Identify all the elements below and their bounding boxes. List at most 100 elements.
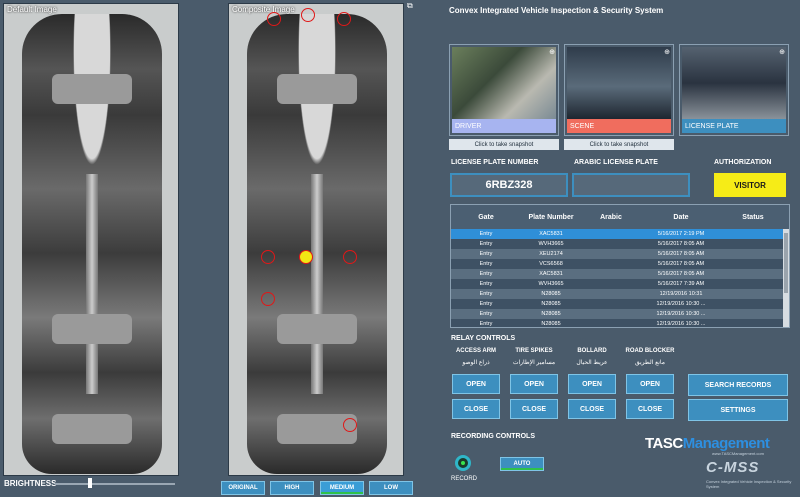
table-row[interactable]: Entry XAC5831 5/16/2017 8:05 AM [451,269,789,279]
table-cell: 5/16/2017 8:05 AM [657,241,705,247]
zoom-icon[interactable]: ⊕ [779,48,785,56]
table-cell [721,279,785,289]
license-plate-photo [682,47,786,119]
quality-low-button[interactable]: LOW [369,481,413,495]
plate-number-label: LICENSE PLATE NUMBER [451,159,539,166]
scene-snapshot[interactable]: ⊕ SCENE [564,44,674,136]
table-row[interactable]: Entry N28085 12/19/2016 10:31 [451,289,789,299]
default-image-caption: Default Image [7,5,57,14]
col-date[interactable]: Date [641,205,721,229]
tasc-management-logo: TASCManagement [645,435,770,452]
brightness-slider-thumb[interactable] [88,478,92,488]
vehicle-undercarriage-image [22,14,162,474]
table-row[interactable]: Entry XEU2174 5/16/2017 8:05 AM [451,249,789,259]
tire-spikes-open-button[interactable]: OPEN [510,374,558,394]
settings-button[interactable]: SETTINGS [688,399,788,421]
table-cell [721,239,785,249]
table-cell: VCS6568 [539,261,563,267]
relay-arabic-tire-spikes: مسامير الإطارات [512,360,556,366]
quality-original-button[interactable]: ORIGINAL [221,481,265,495]
composite-image-caption: Composite Image [232,5,295,14]
table-cell: Entry [479,281,493,287]
table-row[interactable]: Entry VCS6568 5/16/2017 8:05 AM [451,259,789,269]
brightness-label: BRIGHTNESS [4,479,57,488]
access-arm-close-button[interactable]: CLOSE [452,399,500,419]
table-row[interactable]: Entry WVH3665 5/16/2017 7:39 AM [451,279,789,289]
logo-url: www.TASCManagement.com [712,451,764,456]
window-controls-icon[interactable]: ⧉ [407,1,413,11]
anomaly-marker-selected[interactable] [299,250,313,264]
relay-label-tire-spikes: TIRE SPIKES [515,348,553,354]
composite-image-panel: Composite Image [228,3,404,476]
arabic-plate-label: ARABIC LICENSE PLATE [574,159,658,166]
table-cell [721,309,785,319]
col-status[interactable]: Status [721,205,785,229]
anomaly-marker[interactable] [337,12,351,26]
record-label: RECORD [451,476,478,482]
table-cell [581,229,641,239]
anomaly-marker[interactable] [343,418,357,432]
table-cell: XAC5831 [539,271,563,277]
table-row[interactable]: Entry N28085 12/19/2016 10:30 ... [451,319,789,327]
arabic-plate-field[interactable] [572,173,690,197]
anomaly-marker[interactable] [301,8,315,22]
table-scrollbar[interactable] [783,229,789,327]
license-plate-label: LICENSE PLATE [682,119,786,133]
table-row[interactable]: Entry N28085 12/19/2016 10:30 ... [451,299,789,309]
bollard-close-button[interactable]: CLOSE [568,399,616,419]
driver-snapshot-button[interactable]: Click to take snapshot [449,139,559,150]
vehicle-undercarriage-composite [247,14,387,474]
scene-snapshot-button[interactable]: Click to take snapshot [564,139,674,150]
quality-high-button[interactable]: HIGH [270,481,314,495]
table-cell [721,229,785,239]
table-cell: Entry [479,291,493,297]
authorization-label: AUTHORIZATION [714,159,772,166]
table-cell: 5/16/2017 8:05 AM [657,261,705,267]
scene-photo [567,47,671,119]
table-cell: XAC5831 [539,231,563,237]
table-row[interactable]: Entry XAC5831 5/16/2017 2:19 PM [451,229,789,239]
col-arabic[interactable]: Arabic [581,205,641,229]
table-cell: WVH3665 [538,241,564,247]
table-cell [721,259,785,269]
anomaly-marker[interactable] [267,12,281,26]
zoom-icon[interactable]: ⊕ [549,48,555,56]
col-plate-number[interactable]: Plate Number [521,205,581,229]
plate-number-field[interactable]: 6RBZ328 [450,173,568,197]
table-cell: 5/16/2017 8:05 AM [657,251,705,257]
col-gate[interactable]: Gate [451,205,521,229]
table-cell: 5/16/2017 8:05 AM [657,271,705,277]
auto-record-button[interactable]: AUTO [500,457,544,471]
records-table[interactable]: Gate Plate Number Arabic Date Status Ent… [450,204,790,328]
logo-management-text: Management [682,435,770,452]
table-row[interactable]: Entry WVH3665 5/16/2017 8:05 AM [451,239,789,249]
zoom-icon[interactable]: ⊕ [664,48,670,56]
relay-arabic-bollard: عريط الحيال [576,360,608,366]
table-cell: Entry [479,301,493,307]
table-cell [721,269,785,279]
table-cell [581,249,641,259]
record-icon[interactable] [455,455,471,471]
bollard-open-button[interactable]: OPEN [568,374,616,394]
table-cell [721,249,785,259]
table-cell: N28085 [541,311,561,317]
tire-spikes-close-button[interactable]: CLOSE [510,399,558,419]
quality-medium-button[interactable]: MEDIUM [320,481,364,495]
table-cell [581,289,641,299]
driver-snapshot[interactable]: ⊕ DRIVER [449,44,559,136]
table-cell: WVH3665 [538,281,564,287]
anomaly-marker[interactable] [261,250,275,264]
anomaly-marker[interactable] [261,292,275,306]
relay-label-road-blocker: ROAD BLOCKER [625,348,675,354]
access-arm-open-button[interactable]: OPEN [452,374,500,394]
table-cell [721,299,785,309]
road-blocker-open-button[interactable]: OPEN [626,374,674,394]
table-cell: Entry [479,251,493,257]
license-plate-snapshot[interactable]: ⊕ LICENSE PLATE [679,44,789,136]
search-records-button[interactable]: SEARCH RECORDS [688,374,788,396]
table-row[interactable]: Entry N28085 12/19/2016 10:30 ... [451,309,789,319]
road-blocker-close-button[interactable]: CLOSE [626,399,674,419]
brightness-slider-track[interactable] [55,483,175,485]
default-image-panel: Default Image [3,3,179,476]
anomaly-marker[interactable] [343,250,357,264]
